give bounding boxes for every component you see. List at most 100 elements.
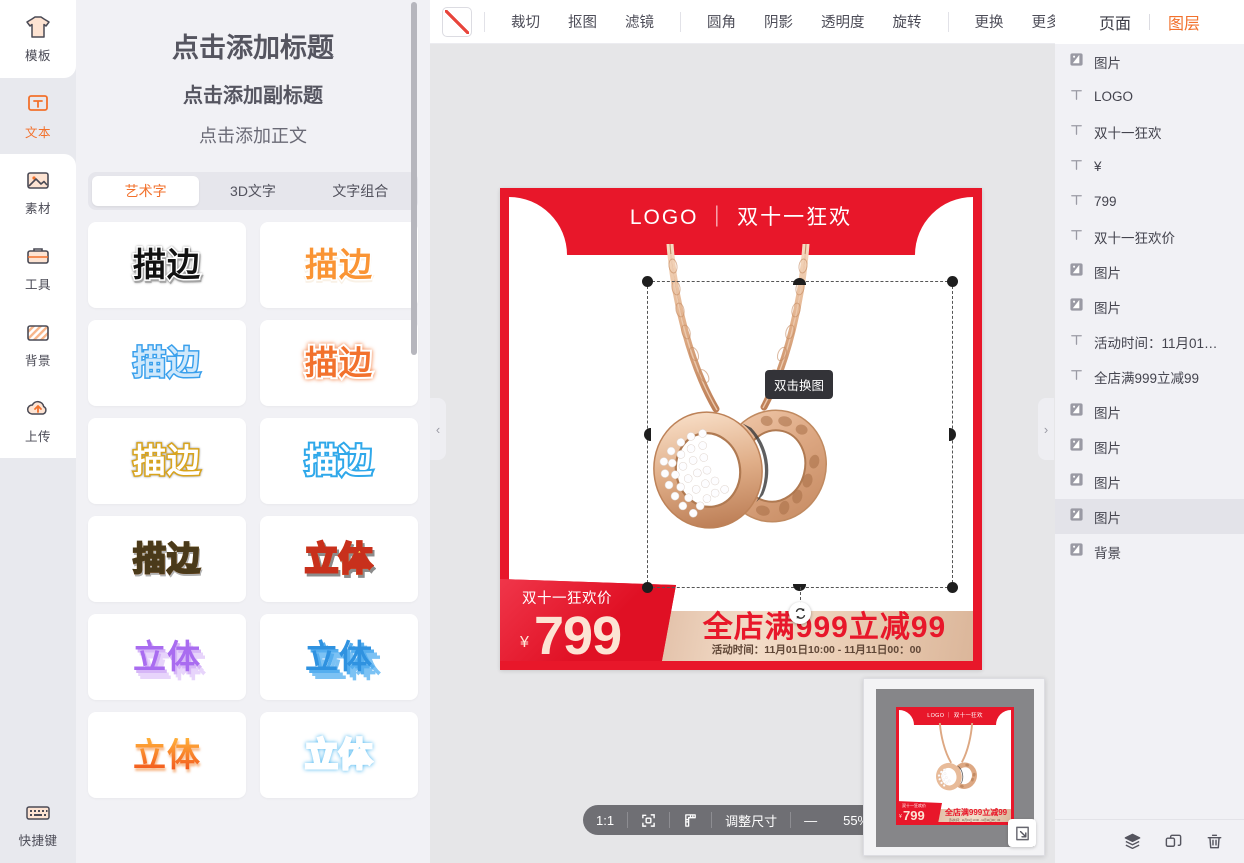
rail-item-shortcuts[interactable]: 快捷键 (0, 800, 76, 849)
toolbar-more-button[interactable]: 更多 (1018, 11, 1056, 32)
collapse-right-panel-button[interactable]: › (1038, 398, 1054, 460)
layers-icon[interactable] (1123, 832, 1142, 851)
no-fill-swatch-button[interactable] (442, 6, 472, 37)
expand-icon[interactable] (1008, 819, 1036, 847)
layer-item[interactable]: 全店满999立减99 (1055, 359, 1244, 394)
selection-box[interactable]: 双击换图 (642, 276, 958, 624)
art-text-item[interactable]: 立体 (260, 711, 418, 798)
art-text-label: 描边 (304, 246, 374, 283)
layer-item[interactable]: ¥ (1055, 149, 1244, 184)
layer-item-selected[interactable]: 图片 (1055, 499, 1244, 534)
art-text-label: 立体 (133, 638, 201, 675)
resize-canvas-button[interactable]: 调整尺寸 (712, 805, 790, 835)
layer-item[interactable]: 活动时间：11月01日… (1055, 324, 1244, 359)
resize-handle-top-left[interactable] (642, 276, 653, 287)
thumbnail-poster: LOGO ｜ 双十一狂欢 全店满999立减99 活动时间：11月01日10:00… (896, 707, 1014, 825)
resize-handle-bottom-right[interactable] (947, 582, 958, 593)
text-layer-icon (1069, 157, 1084, 177)
rail-item-text[interactable]: 文本 (0, 78, 76, 154)
promo-main-text[interactable]: 全店满999立减99 (680, 612, 969, 644)
toolbar-replace-button[interactable]: 更换 (961, 11, 1018, 32)
art-text-label: 描边 (303, 442, 374, 479)
image-layer-icon (1069, 297, 1084, 317)
poster-canvas[interactable]: LOGO ｜ 双十一狂欢 全店满999立减99 活动时间：11月01日10:00… (500, 188, 982, 670)
rotate-icon[interactable] (789, 602, 811, 624)
price-value[interactable]: 799 (534, 609, 622, 661)
tab-artistic-text[interactable]: 艺术字 (92, 175, 200, 206)
art-text-item[interactable]: 立体 (260, 515, 418, 602)
resize-handle-top-center[interactable] (793, 278, 806, 285)
tab-text-combo[interactable]: 文字组合 (307, 176, 414, 206)
preset-title[interactable]: 点击添加标题 (90, 22, 416, 75)
layer-item[interactable]: 背景 (1055, 534, 1244, 569)
layer-item[interactable]: 图片 (1055, 394, 1244, 429)
promo-gold-bar[interactable]: 全店满999立减99 活动时间：11月01日10:00 - 11月11日00：0… (660, 611, 973, 661)
rail-item-tools[interactable]: 工具 (0, 230, 76, 306)
panel-tabs: 艺术字 3D文字 文字组合 (88, 171, 418, 210)
art-text-item[interactable]: 描边 (88, 515, 246, 602)
art-text-item[interactable]: 立体 (88, 711, 246, 798)
preset-body[interactable]: 点击添加正文 (90, 117, 416, 152)
zoom-out-button[interactable]: — (791, 805, 830, 835)
duplicate-icon[interactable] (1164, 832, 1183, 851)
art-text-label: 描边 (132, 540, 201, 577)
toolbar-opacity-button[interactable]: 透明度 (807, 11, 879, 32)
upload-icon (26, 400, 47, 415)
rail-item-material[interactable]: 素材 (0, 154, 76, 230)
layer-item[interactable]: 图片 (1055, 464, 1244, 499)
layer-label: 图片 (1094, 405, 1121, 421)
zoom-ratio-button[interactable]: 1:1 (583, 805, 627, 835)
collapse-left-panel-button[interactable]: ‹ (430, 398, 446, 460)
tools-icon (27, 247, 49, 264)
layer-label: 799 (1094, 194, 1117, 209)
art-text-item[interactable]: 描边 (88, 221, 246, 308)
art-text-label: 立体 (304, 540, 374, 577)
toolbar-shadow-button[interactable]: 阴影 (750, 11, 807, 32)
delete-icon[interactable] (1205, 832, 1224, 851)
art-text-item[interactable]: 描边 (260, 221, 418, 308)
tab-pages[interactable]: 页面 (1081, 10, 1149, 34)
art-text-item[interactable]: 立体 (88, 613, 246, 700)
art-text-label: 描边 (303, 344, 374, 381)
layer-item[interactable]: 图片 (1055, 44, 1244, 79)
poster-header-text[interactable]: LOGO ｜ 双十一狂欢 (500, 201, 982, 231)
rail-item-upload[interactable]: 上传 (0, 382, 76, 458)
rail-item-label: 素材 (24, 201, 51, 216)
currency-symbol[interactable]: ¥ (520, 634, 529, 652)
art-text-item[interactable]: 立体 (260, 613, 418, 700)
rail-item-template[interactable]: 模板 (0, 0, 76, 78)
layer-item[interactable]: 799 (1055, 184, 1244, 219)
thumbnail-preview[interactable]: LOGO ｜ 双十一狂欢 全店满999立减99 活动时间：11月01日10:00… (863, 678, 1045, 856)
promo-time-text[interactable]: 活动时间：11月01日10:00 - 11月11日00：00 (660, 642, 973, 657)
resize-handle-bottom-left[interactable] (642, 582, 653, 593)
ruler-icon[interactable] (670, 805, 711, 835)
layer-item[interactable]: LOGO (1055, 79, 1244, 114)
fit-screen-icon[interactable] (628, 805, 669, 835)
price-label[interactable]: 双十一狂欢价 (522, 587, 612, 608)
layer-item[interactable]: 图片 (1055, 429, 1244, 464)
layer-label: 图片 (1094, 440, 1121, 456)
rail-item-label: 模板 (24, 48, 51, 63)
toolbar-cutout-button[interactable]: 抠图 (554, 11, 611, 32)
tab-layers[interactable]: 图层 (1150, 10, 1218, 34)
toolbar-rotate-button[interactable]: 旋转 (879, 11, 936, 32)
toolbar-radius-button[interactable]: 圆角 (693, 11, 750, 32)
toolbar-crop-button[interactable]: 裁切 (497, 11, 554, 32)
layer-item[interactable]: 双十一狂欢价 (1055, 219, 1244, 254)
rail-item-background[interactable]: 背景 (0, 306, 76, 382)
panel-scrollbar[interactable] (411, 2, 417, 355)
layer-item[interactable]: 图片 (1055, 254, 1244, 289)
toolbar-divider (947, 11, 949, 32)
toolbar-filter-button[interactable]: 滤镜 (611, 11, 668, 32)
layer-item[interactable]: 双十一狂欢 (1055, 114, 1244, 149)
art-text-item[interactable]: 描边 (88, 319, 246, 406)
resize-handle-top-right[interactable] (947, 276, 958, 287)
layer-item[interactable]: 图片 (1055, 289, 1244, 324)
resize-handle-middle-left[interactable] (644, 427, 651, 441)
art-text-item[interactable]: 描边 (260, 319, 418, 406)
art-text-item[interactable]: 描边 (260, 417, 418, 504)
art-text-item[interactable]: 描边 (88, 417, 246, 504)
keyboard-icon (26, 806, 50, 820)
tab-3d-text[interactable]: 3D文字 (199, 176, 306, 206)
preset-subtitle[interactable]: 点击添加副标题 (90, 75, 416, 117)
